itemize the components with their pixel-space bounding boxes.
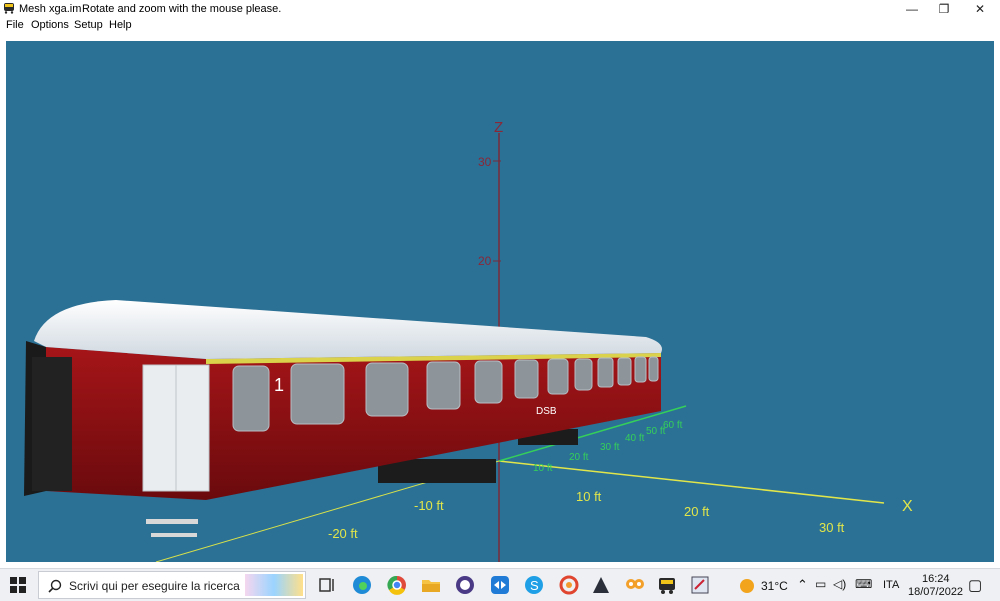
carriage-window — [547, 358, 569, 395]
file-explorer-icon[interactable] — [420, 574, 442, 596]
x-tick-label: 30 ft — [819, 520, 845, 535]
weather-temperature[interactable]: 31°C — [761, 579, 788, 593]
carriage-roof — [34, 300, 662, 359]
github-icon[interactable] — [454, 574, 476, 596]
carriage-window — [365, 362, 409, 417]
scene-svg[interactable]: Z 30 20 X 10 ft 20 ft 30 ft -10 ft -20 f… — [6, 41, 994, 562]
z-tick-label: 30 — [478, 155, 492, 169]
keyboard-icon[interactable]: ⌨ — [855, 577, 872, 591]
taskbar-search-box[interactable]: Scrivi qui per eseguire la ricerca — [38, 571, 306, 599]
y-tick-label: 30 ft — [600, 442, 620, 453]
restore-button[interactable]: ❐ — [928, 0, 960, 18]
chevron-up-icon[interactable]: ⌃ — [797, 577, 808, 593]
z-axis-label: Z — [494, 119, 503, 136]
app-red-icon[interactable] — [558, 574, 580, 596]
app-paint-icon[interactable] — [689, 574, 711, 596]
neg-tick-label: -10 ft — [414, 498, 444, 513]
carriage-window — [426, 361, 461, 410]
operator-lettering: DSB — [536, 406, 557, 417]
y-tick-label: 40 ft — [625, 433, 645, 444]
title-bar: Mesh xga.im Rotate and zoom with the mou… — [0, 0, 1000, 18]
y-tick-label: 10 ft — [533, 463, 553, 474]
railway-carriage-model[interactable]: 1 DSB — [24, 300, 662, 537]
chrome-icon[interactable] — [386, 574, 408, 596]
skype-icon[interactable]: S — [523, 574, 545, 596]
search-highlight-image — [245, 574, 303, 596]
entrance-step — [146, 519, 198, 524]
x-tick-label: 10 ft — [576, 489, 602, 504]
volume-icon[interactable]: ◁) — [833, 577, 846, 591]
weather-sun-icon[interactable] — [740, 579, 754, 593]
y-tick-label: 60 ft — [663, 420, 683, 431]
task-view-icon[interactable] — [316, 574, 338, 596]
menu-help[interactable]: Help — [109, 19, 132, 31]
taskbar: Scrivi qui per eseguire la ricerca S 31°… — [0, 568, 1000, 601]
menu-file[interactable]: File — [6, 19, 24, 31]
neg-tick-label: -20 ft — [328, 526, 358, 541]
clock-time[interactable]: 16:24 — [922, 573, 950, 585]
z-tick-label: 20 — [478, 254, 492, 268]
app-owl-icon[interactable] — [624, 574, 646, 596]
mesh-viewer-icon[interactable] — [656, 574, 678, 596]
carriage-window — [232, 365, 270, 432]
y-tick-label: 20 ft — [569, 452, 589, 463]
entrance-step — [151, 533, 197, 537]
search-icon — [48, 579, 62, 593]
menu-bar: File Options Setup Help — [0, 18, 1000, 34]
search-placeholder: Scrivi qui per eseguire la ricerca — [69, 579, 240, 593]
carriage-window — [648, 356, 659, 382]
carriage-window — [514, 359, 539, 399]
menu-options[interactable]: Options — [31, 19, 69, 31]
class-number: 1 — [274, 375, 284, 395]
clock-date[interactable]: 18/07/2022 — [908, 586, 963, 598]
app-dark-icon[interactable] — [590, 574, 612, 596]
notifications-icon[interactable]: ▢ — [968, 576, 982, 594]
minimize-button[interactable]: — — [896, 0, 928, 18]
carriage-window — [290, 363, 345, 425]
windows-start-icon[interactable] — [8, 575, 28, 595]
train-app-icon — [4, 3, 14, 14]
carriage-window — [634, 356, 647, 383]
carriage-window — [474, 360, 503, 404]
window-title: Mesh xga.im — [19, 3, 82, 15]
x-tick-label: 20 ft — [684, 504, 710, 519]
language-indicator[interactable]: ITA — [883, 579, 899, 591]
x-axis-line — [498, 460, 885, 504]
carriage-window — [617, 357, 632, 386]
network-icon[interactable]: ▭ — [815, 577, 826, 591]
carriage-body — [46, 347, 661, 500]
carriage-window — [597, 357, 614, 388]
window-hint: Rotate and zoom with the mouse please. — [82, 3, 282, 15]
carriage-window — [574, 358, 593, 391]
x-axis-label: X — [902, 498, 913, 515]
menu-setup[interactable]: Setup — [74, 19, 103, 31]
end-door — [32, 357, 72, 491]
teamviewer-icon[interactable] — [489, 574, 511, 596]
edge-icon[interactable] — [351, 574, 373, 596]
3d-viewport[interactable]: Z 30 20 X 10 ft 20 ft 30 ft -10 ft -20 f… — [6, 41, 994, 562]
svg-text:S: S — [530, 578, 539, 593]
close-button[interactable]: ✕ — [964, 0, 996, 18]
